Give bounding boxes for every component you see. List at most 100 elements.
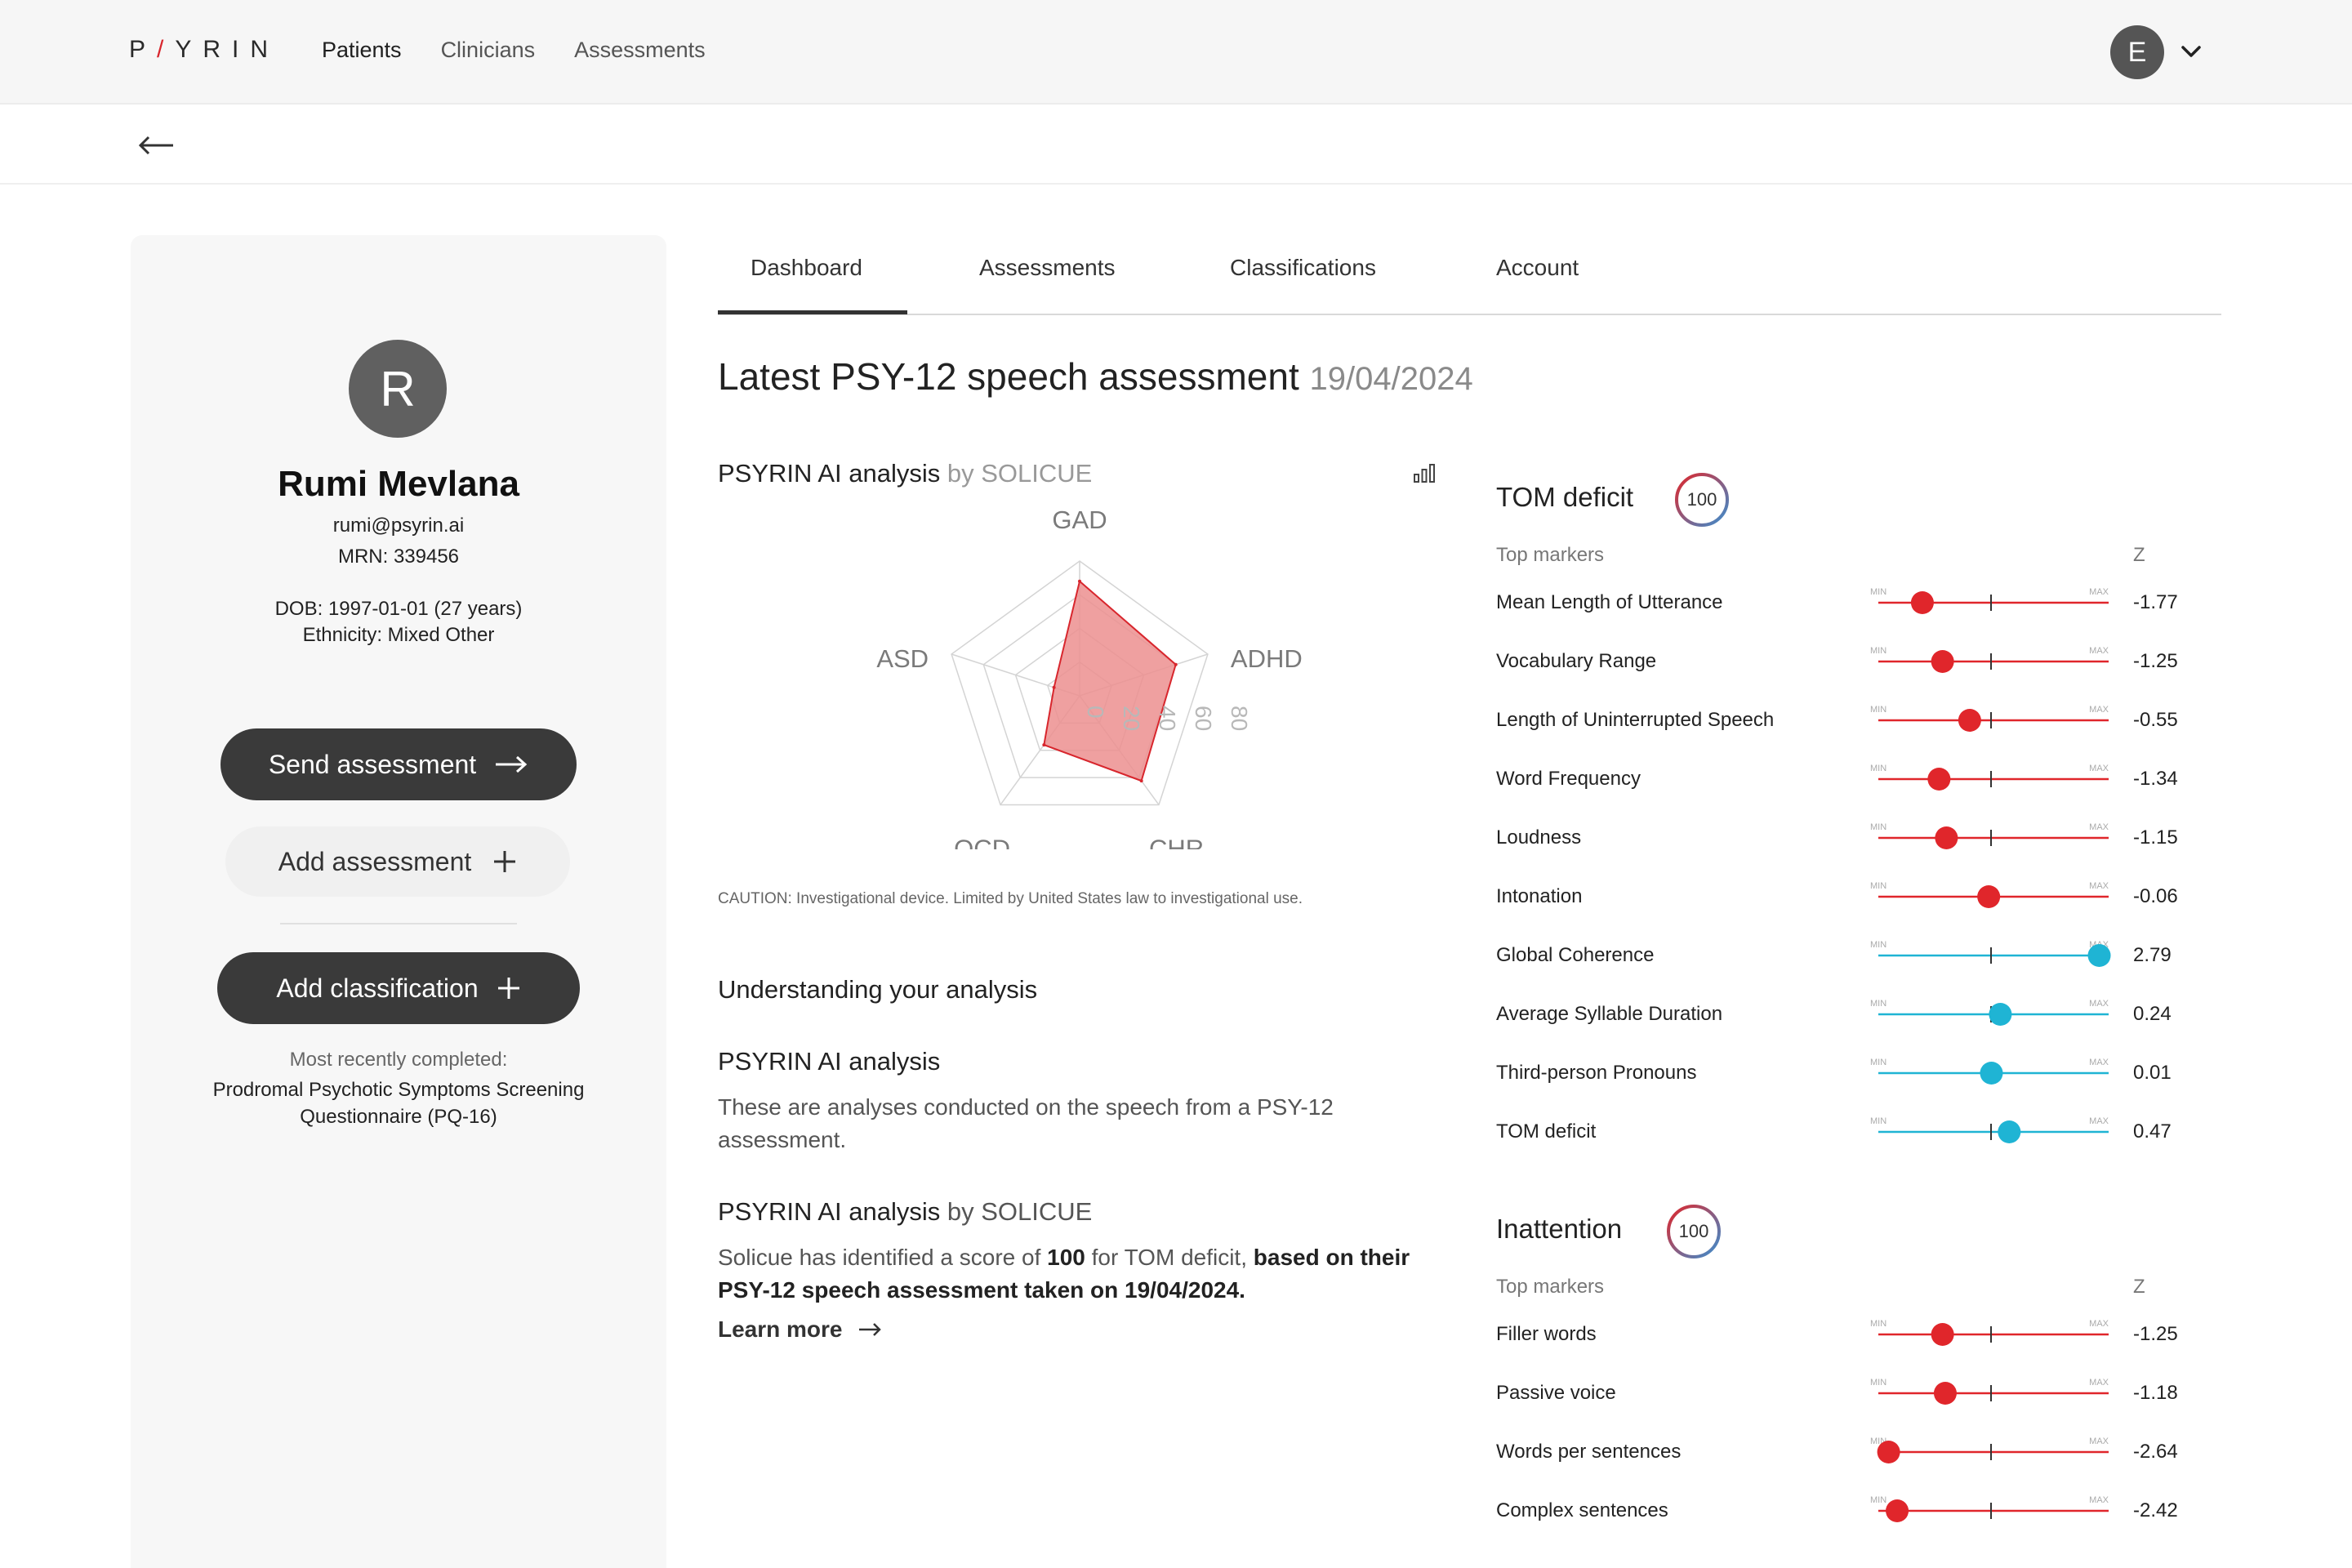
marker-slider: MIN MAX <box>1870 1116 2109 1143</box>
slider-knob <box>1910 591 1934 614</box>
marker-z-value: -0.06 <box>2133 885 2178 907</box>
top-markers-label: Top markers <box>1496 544 1605 566</box>
radar-axis-label: GAD <box>1052 506 1107 534</box>
slider-knob <box>1927 768 1951 791</box>
slider-max-label: MAX <box>2089 1495 2109 1505</box>
tab-account[interactable]: Account <box>1496 255 1579 281</box>
slider-knob <box>1877 1441 1900 1463</box>
nav-patients[interactable]: Patients <box>322 38 402 63</box>
slider-min-label: MIN <box>1870 587 1886 597</box>
ai-analysis-heading: PSYRIN AI analysis by SOLICUE <box>718 459 1092 488</box>
slider-knob <box>1958 709 1981 732</box>
marker-label: Vocabulary Range <box>1496 650 1657 672</box>
marker-slider: MIN MAX <box>1870 587 2109 614</box>
marker-label: Length of Uninterrupted Speech <box>1496 709 1775 731</box>
patient-panel: R Rumi Mevlana rumi@psyrin.ai MRN: 33945… <box>131 235 666 1568</box>
slider-min-label: MIN <box>1870 999 1886 1009</box>
learn-more-link[interactable]: Learn more <box>718 1316 882 1343</box>
add-assessment-button[interactable]: Add assessment <box>225 826 570 897</box>
send-assessment-button[interactable]: Send assessment <box>220 728 577 800</box>
marker-slider: MINMAX <box>1870 999 2109 1026</box>
arrow-right-icon <box>858 1323 881 1336</box>
chevron-down-icon[interactable] <box>2177 38 2205 65</box>
radar-point <box>1042 743 1046 747</box>
marker-slider: MINMAX <box>1870 764 2109 791</box>
solicue-body-part: for TOM deficit, <box>1085 1245 1254 1270</box>
nav-assessments[interactable]: Assessments <box>574 38 706 63</box>
plus-icon <box>494 851 516 872</box>
marker-label: Mean Length of Utterance <box>1496 591 1723 613</box>
section-ai-analysis-body: These are analyses conducted on the spee… <box>718 1094 1334 1152</box>
page-title-text: Latest PSY-12 speech assessment <box>718 355 1299 398</box>
marker-slider: MINMAX <box>1870 705 2109 732</box>
tab-bar: Dashboard Assessments Classifications Ac… <box>718 242 2221 315</box>
marker-z-value: -1.77 <box>2133 591 2178 613</box>
sub-header <box>0 105 2352 185</box>
marker-slider: MINMAX <box>1870 1437 2109 1463</box>
radar-tick-label: 0 <box>1083 706 1108 719</box>
radar-tick-label: 20 <box>1119 706 1144 731</box>
slider-min-label: MIN <box>1870 881 1886 891</box>
slider-min-label: MIN <box>1870 1116 1886 1126</box>
tab-classifications[interactable]: Classifications <box>1230 255 1376 281</box>
marker-z-value: -2.64 <box>2133 1441 2178 1463</box>
recent-assessment-name[interactable]: Prodromal Psychotic Symptoms Screening Q… <box>163 1076 634 1130</box>
slider-max-label: MAX <box>2089 646 2109 656</box>
marker-slider: MINMAX <box>1870 1058 2109 1085</box>
marker-z-value: -1.18 <box>2133 1382 2178 1404</box>
marker-slider: MINMAX <box>1870 646 2109 673</box>
patient-email: rumi@psyrin.ai <box>332 514 465 537</box>
radar-series-area <box>1043 579 1177 782</box>
marker-label: Filler words <box>1496 1323 1597 1345</box>
slider-min-label: MIN <box>1870 1495 1886 1505</box>
panel-divider <box>280 923 517 924</box>
back-arrow-icon[interactable] <box>137 129 176 162</box>
tab-dashboard[interactable]: Dashboard <box>751 255 862 281</box>
slider-max-label: MAX <box>2089 1319 2109 1329</box>
marker-z-value: -1.15 <box>2133 826 2178 849</box>
marker-label: Words per sentences <box>1496 1441 1682 1463</box>
patient-ethnicity: Ethnicity: Mixed Other <box>302 624 495 646</box>
radar-axis-label: CHR <box>1149 834 1204 849</box>
patient-avatar: R <box>349 340 447 438</box>
z-column-label: Z <box>2133 1276 2145 1298</box>
solicue-score: 100 <box>1047 1245 1085 1270</box>
section-solicue-body: Solicue has identified a score of 100 fo… <box>718 1241 1437 1307</box>
slider-min-label: MIN <box>1870 1058 1886 1067</box>
score-value: 100 <box>1678 1221 1709 1241</box>
nav-clinicians[interactable]: Clinicians <box>441 38 536 63</box>
slider-knob <box>1980 1062 2003 1085</box>
marker-z-value: 0.01 <box>2133 1062 2172 1084</box>
marker-z-value: 0.47 <box>2133 1120 2172 1143</box>
slider-min-label: MIN <box>1870 1378 1886 1388</box>
tab-assessments[interactable]: Assessments <box>979 255 1116 281</box>
marker-group-title: Inattention <box>1496 1214 1623 1244</box>
bar-chart-icon[interactable] <box>1413 462 1436 483</box>
slider-knob <box>1931 1323 1954 1346</box>
slider-max-label: MAX <box>2089 1116 2109 1126</box>
marker-label: Passive voice <box>1496 1382 1616 1404</box>
slider-min-label: MIN <box>1870 822 1886 832</box>
user-avatar[interactable]: E <box>2110 25 2164 79</box>
top-navigation-bar: P/YRIN Patients Clinicians Assessments E <box>0 0 2352 105</box>
solicue-body-part: Solicue has identified a score of <box>718 1245 1048 1270</box>
z-column-label: Z <box>2133 544 2145 566</box>
slider-knob <box>1989 1003 2012 1026</box>
marker-slider: MINMAX <box>1870 1378 2109 1405</box>
caution-text: CAUTION: Investigational device. Limited… <box>718 890 1303 907</box>
slider-knob <box>1886 1499 1909 1522</box>
understanding-heading: Understanding your analysis <box>718 975 1038 1004</box>
marker-label: Global Coherence <box>1496 944 1655 966</box>
marker-label: Intonation <box>1496 885 1583 907</box>
radar-tick-label: 80 <box>1227 706 1252 731</box>
slider-max-label: MAX <box>2089 822 2109 832</box>
radar-point <box>1052 685 1056 689</box>
marker-z-value: -0.55 <box>2133 709 2178 731</box>
marker-label: Loudness <box>1496 826 1582 849</box>
marker-slider: MIN MAX <box>1870 822 2109 849</box>
assessment-date: 19/04/2024 <box>1309 361 1473 397</box>
psyrin-logo[interactable]: P/YRIN <box>129 36 279 64</box>
add-classification-label: Add classification <box>276 973 479 1003</box>
slider-max-label: MAX <box>2089 587 2109 597</box>
add-classification-button[interactable]: Add classification <box>217 952 580 1024</box>
